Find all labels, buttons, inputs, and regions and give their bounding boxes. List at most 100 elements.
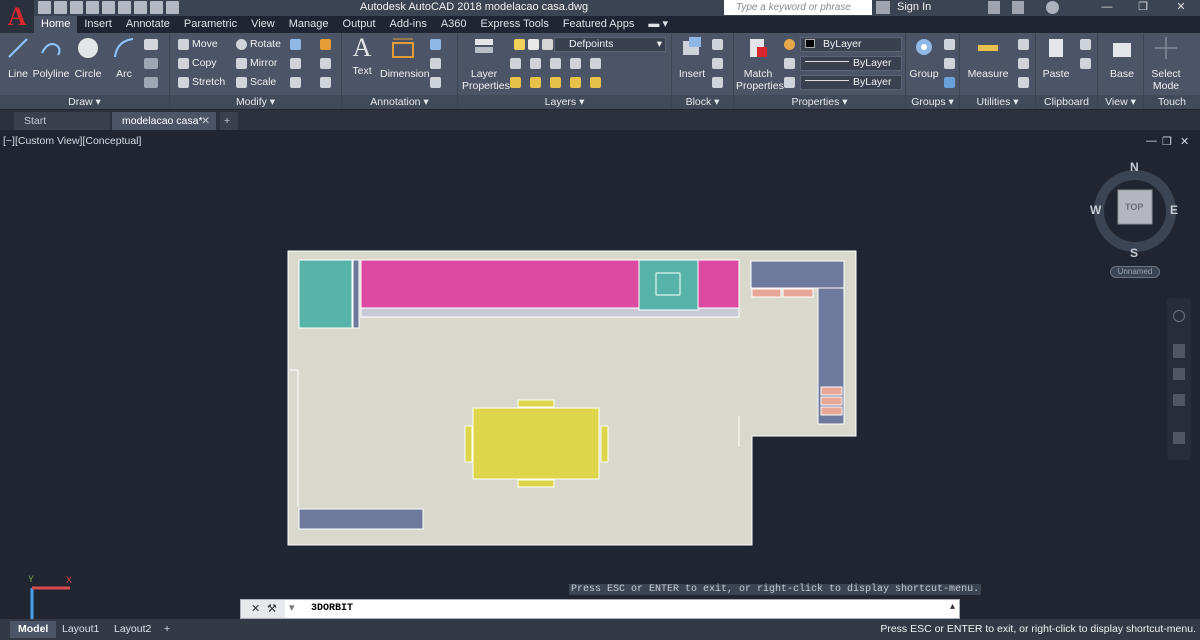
group-edit-icon[interactable] [944, 58, 955, 69]
match-properties-button[interactable]: Match Properties [736, 35, 784, 92]
command-line-grip[interactable]: ✕ ⚒ [241, 600, 285, 618]
new-tab-button[interactable]: + [220, 112, 238, 130]
drawing-canvas[interactable]: [−][Custom View][Conceptual] — ❐ ✕ N S E… [0, 130, 1200, 618]
tab-parametric[interactable]: Parametric [177, 16, 244, 33]
tab-view[interactable]: View [244, 16, 282, 33]
layer-tool-6-icon[interactable] [510, 77, 521, 88]
groups-panel-title[interactable]: Groups ▾ [906, 95, 959, 109]
rectangle-icon[interactable] [144, 39, 158, 50]
viewcube-face-top[interactable]: TOP [1125, 202, 1143, 212]
floor-plan-model[interactable] [0, 130, 1200, 618]
new-layout-button[interactable]: + [156, 621, 178, 638]
cut-icon[interactable] [1080, 39, 1091, 50]
hatch-icon[interactable] [144, 58, 158, 69]
measure-button[interactable]: Measure [962, 35, 1014, 80]
boundary-icon[interactable] [144, 77, 158, 88]
lineweight-dropdown[interactable]: ByLayer [800, 56, 902, 71]
command-history-toggle-icon[interactable]: ▴ [950, 601, 955, 612]
leader-icon[interactable] [430, 58, 441, 69]
scale-button[interactable]: Scale [236, 74, 276, 90]
layers-panel-title[interactable]: Layers ▾ [458, 95, 671, 109]
layer-tool-2-icon[interactable] [530, 58, 541, 69]
recent-commands-icon[interactable]: ▾ [289, 601, 295, 614]
save-as-icon[interactable] [86, 1, 99, 14]
tab-a360[interactable]: A360 [434, 16, 474, 33]
block-panel-title[interactable]: Block ▾ [672, 95, 733, 109]
dimension-button[interactable]: Dimension [380, 35, 430, 80]
sun-icon[interactable] [528, 39, 539, 50]
quick-select-icon[interactable] [1018, 39, 1029, 50]
trim-icon[interactable] [290, 39, 301, 50]
linetype-dropdown[interactable]: ByLayer [800, 75, 902, 90]
layer-tool-8-icon[interactable] [550, 77, 561, 88]
clipboard-panel-title[interactable]: Clipboard [1036, 95, 1097, 109]
redo-icon[interactable] [150, 1, 163, 14]
wcs-menu[interactable]: Unnamed [1110, 266, 1160, 278]
utilities-panel-title[interactable]: Utilities ▾ [960, 95, 1035, 109]
calculator-icon[interactable] [1018, 77, 1029, 88]
layer-tool-1-icon[interactable] [510, 58, 521, 69]
modify-panel-title[interactable]: Modify ▾ [170, 95, 341, 109]
create-block-icon[interactable] [712, 39, 723, 50]
compass-west[interactable]: W [1090, 203, 1101, 217]
layer-tool-10-icon[interactable] [590, 77, 601, 88]
point-icon[interactable] [1018, 58, 1029, 69]
tab-add-ins[interactable]: Add-ins [383, 16, 434, 33]
close-command-icon[interactable]: ✕ [251, 602, 260, 615]
edit-block-icon[interactable] [712, 58, 723, 69]
paste-button[interactable]: Paste [1038, 35, 1074, 80]
group-select-icon[interactable] [944, 77, 955, 88]
select-mode-button[interactable]: Select Mode [1146, 35, 1186, 92]
array-icon[interactable] [290, 77, 301, 88]
tab-home[interactable]: Home [34, 16, 78, 33]
pan-icon[interactable] [1173, 344, 1185, 358]
tab-express-tools[interactable]: Express Tools [474, 16, 556, 33]
autocad-logo-icon[interactable]: A [0, 0, 34, 34]
tab-manage[interactable]: Manage [282, 16, 336, 33]
layer-tool-3-icon[interactable] [550, 58, 561, 69]
save-icon[interactable] [70, 1, 83, 14]
draw-panel-title[interactable]: Draw ▾ [0, 95, 169, 109]
table-grid-icon[interactable] [430, 77, 441, 88]
command-input[interactable]: 3DORBIT [311, 603, 353, 614]
layer-tool-9-icon[interactable] [570, 77, 581, 88]
stretch-button[interactable]: Stretch [178, 74, 225, 90]
mirror-button[interactable]: Mirror [236, 55, 277, 71]
color-dropdown[interactable]: ByLayer [800, 37, 902, 52]
orbit-icon[interactable] [1173, 394, 1185, 406]
tab-layout2[interactable]: Layout2 [106, 621, 159, 638]
web-icon[interactable] [102, 1, 115, 14]
showmotion-icon[interactable] [1173, 432, 1185, 444]
text-button[interactable]: A Text [344, 35, 380, 78]
touch-panel-title[interactable]: Touch [1144, 95, 1200, 109]
open-file-icon[interactable] [54, 1, 67, 14]
tab-output[interactable]: Output [336, 16, 383, 33]
steering-wheel-icon[interactable] [1173, 310, 1185, 322]
arc-button[interactable]: Arc [106, 35, 142, 80]
exchange-icon[interactable] [1012, 1, 1024, 14]
tab-start[interactable]: Start [14, 112, 110, 130]
copy-clip-icon[interactable] [1080, 58, 1091, 69]
undo-icon[interactable] [134, 1, 147, 14]
tab-annotate[interactable]: Annotate [119, 16, 177, 33]
compass-north[interactable]: N [1130, 160, 1139, 174]
minimize-button[interactable]: — [1092, 0, 1122, 15]
circle-button[interactable]: Circle [70, 35, 106, 80]
tab-layout1[interactable]: Layout1 [54, 621, 107, 638]
annotation-panel-title[interactable]: Annotation ▾ [342, 95, 457, 109]
customize-wrench-icon[interactable]: ⚒ [267, 602, 277, 615]
close-button[interactable]: ✕ [1166, 0, 1196, 15]
tab-model[interactable]: Model [10, 621, 57, 638]
layer-tool-4-icon[interactable] [570, 58, 581, 69]
sign-in-link[interactable]: Sign In [897, 1, 931, 13]
properties-panel-title[interactable]: Properties ▾ [734, 95, 905, 109]
explode-icon[interactable] [320, 58, 331, 69]
tab-featured-apps[interactable]: Featured Apps [556, 16, 642, 33]
command-line[interactable]: ✕ ⚒ ▾ 3DORBIT ▴ [240, 599, 960, 619]
layer-tool-5-icon[interactable] [590, 58, 601, 69]
polyline-button[interactable]: Polyline [32, 35, 70, 80]
erase-icon[interactable] [320, 39, 331, 50]
lock-icon[interactable] [542, 39, 553, 50]
plot-icon[interactable] [118, 1, 131, 14]
restore-button[interactable]: ❐ [1128, 0, 1158, 15]
